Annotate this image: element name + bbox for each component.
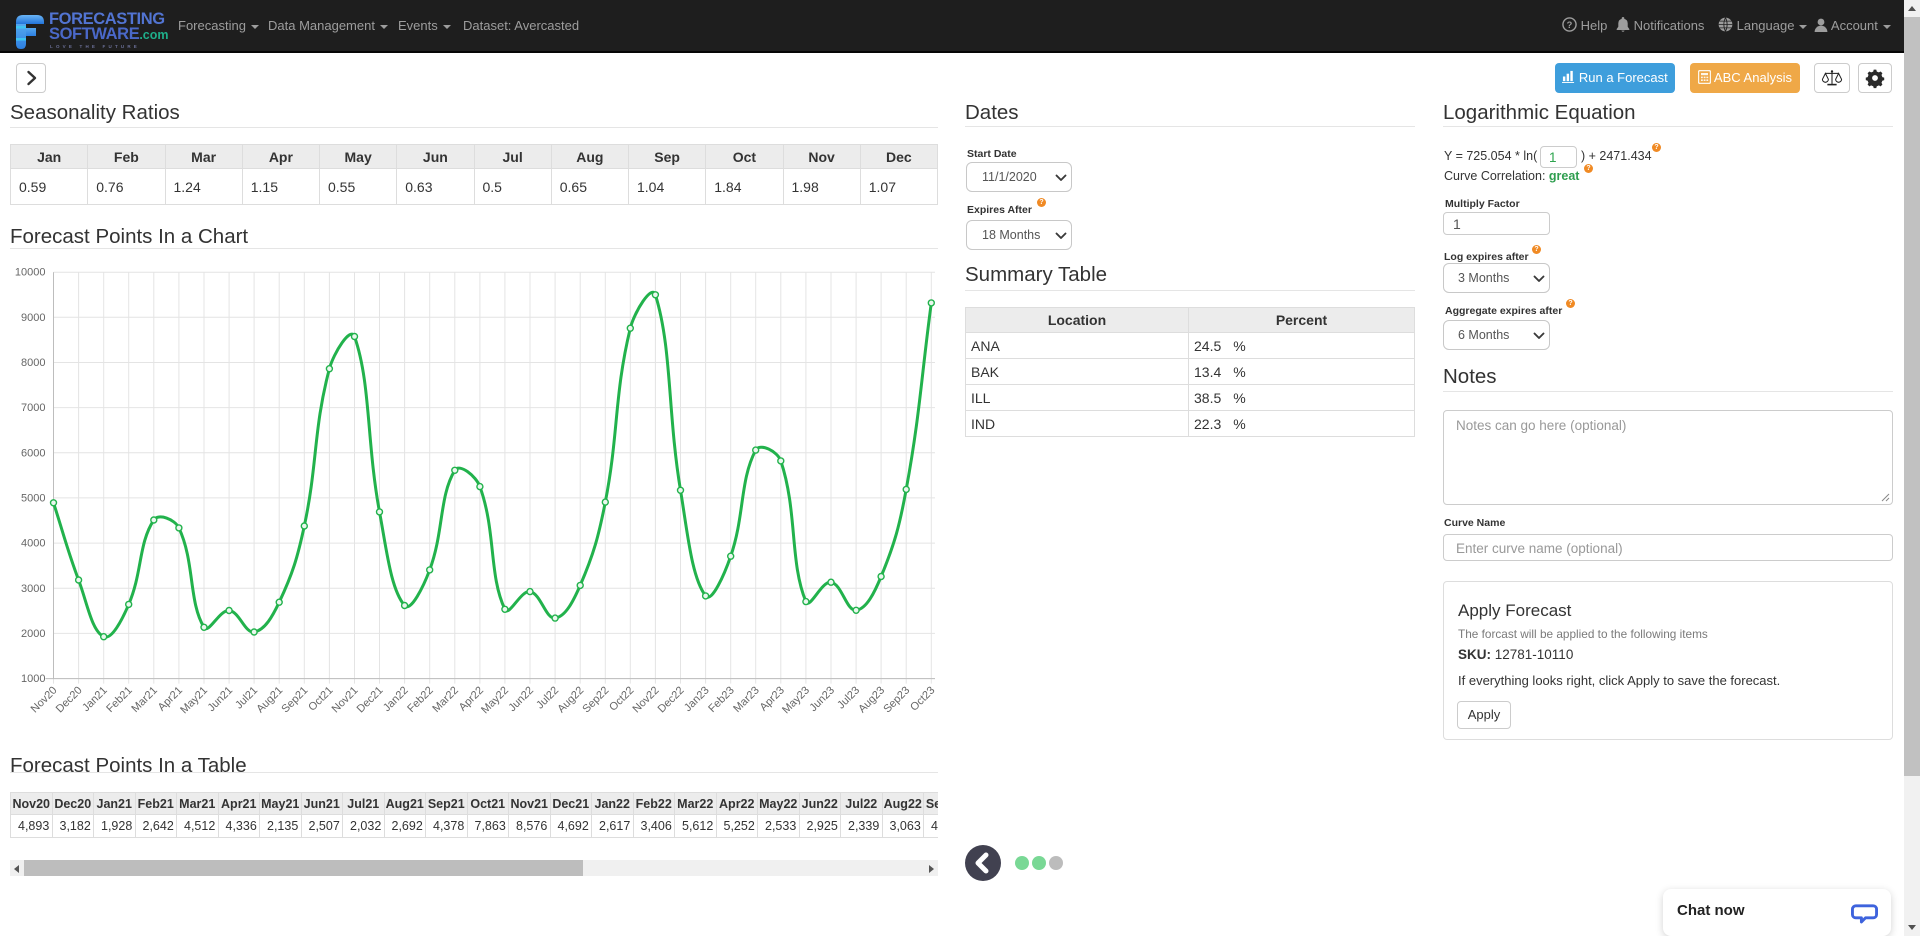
svg-text:4000: 4000: [21, 538, 45, 550]
svg-text:Aug22: Aug22: [555, 684, 586, 715]
svg-text:Dec22: Dec22: [656, 684, 687, 715]
svg-text:Aug23: Aug23: [856, 684, 887, 715]
svg-text:Oct23: Oct23: [908, 684, 937, 713]
svg-text:Dec20: Dec20: [54, 684, 85, 715]
svg-text:6000: 6000: [21, 447, 45, 459]
svg-text:Jun21: Jun21: [206, 684, 236, 714]
svg-text:May23: May23: [780, 684, 812, 716]
svg-text:9000: 9000: [21, 312, 45, 324]
svg-text:Sep21: Sep21: [279, 684, 310, 715]
svg-text:8000: 8000: [21, 357, 45, 369]
svg-text:2000: 2000: [21, 628, 45, 640]
svg-text:Mar22: Mar22: [430, 684, 461, 715]
svg-text:Jan23: Jan23: [682, 684, 712, 714]
svg-text:1000: 1000: [21, 673, 45, 685]
svg-text:7000: 7000: [21, 402, 45, 414]
svg-text:Mar23: Mar23: [731, 684, 762, 715]
svg-text:Jan22: Jan22: [381, 684, 411, 714]
svg-text:3000: 3000: [21, 583, 45, 595]
svg-text:Nov20: Nov20: [29, 684, 60, 715]
svg-text:Sep22: Sep22: [580, 684, 611, 715]
svg-text:5000: 5000: [21, 492, 45, 504]
svg-text:Feb23: Feb23: [706, 684, 737, 715]
svg-text:Dec21: Dec21: [355, 684, 386, 715]
svg-text:Nov21: Nov21: [330, 684, 361, 715]
svg-text:10000: 10000: [15, 267, 46, 279]
svg-text:Mar21: Mar21: [129, 684, 160, 715]
svg-text:Sep23: Sep23: [881, 684, 912, 715]
svg-text:Feb21: Feb21: [104, 684, 135, 715]
svg-text:May22: May22: [479, 684, 511, 716]
svg-text:?: ?: [1567, 20, 1573, 30]
svg-text:Nov22: Nov22: [631, 684, 662, 715]
svg-text:Feb22: Feb22: [405, 684, 436, 715]
svg-text:May21: May21: [178, 684, 210, 716]
svg-text:Aug21: Aug21: [254, 684, 285, 715]
svg-text:Jan21: Jan21: [80, 684, 110, 714]
svg-text:Jun23: Jun23: [807, 684, 837, 714]
svg-text:Jun22: Jun22: [506, 684, 536, 714]
